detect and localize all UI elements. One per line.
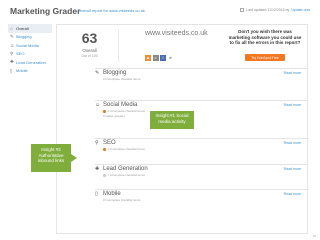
app-title: Marketing Grader bbox=[10, 6, 81, 16]
sidebar-item-overall[interactable]: ⌂ Overall bbox=[8, 24, 52, 33]
section-seo: ⚲ SEO Read more 4 incomplete checklist i… bbox=[95, 138, 307, 152]
cta-text: Don't you wish there was marketing softw… bbox=[228, 29, 302, 45]
sidebar-item-label: Overall bbox=[16, 25, 29, 31]
overall-label: Overall bbox=[82, 48, 97, 53]
app-header: Marketing Grader Overall report for www.… bbox=[8, 4, 312, 20]
section-title: Blogging bbox=[103, 70, 127, 76]
section-title: Lead Generation bbox=[103, 166, 148, 172]
sidebar-item-label: Social Media bbox=[16, 42, 39, 48]
status-dot-icon bbox=[103, 148, 106, 151]
section-detail: 0 incomplete checklist items bbox=[103, 198, 307, 203]
read-more-link[interactable]: Read more bbox=[284, 141, 301, 145]
share-icon[interactable]: ⊕ bbox=[167, 55, 174, 61]
section-detail: 0 incomplete checklist items bbox=[103, 77, 307, 82]
section-title: SEO bbox=[103, 140, 116, 146]
share-icons: ◉ ∞ f ⊕ bbox=[145, 55, 174, 61]
facebook-icon[interactable]: f bbox=[160, 55, 166, 61]
link-icon[interactable]: ∞ bbox=[152, 55, 159, 61]
update-now-link[interactable]: Update now bbox=[291, 8, 310, 12]
blog-icon: ✎ bbox=[95, 70, 100, 76]
section-title: Social Media bbox=[103, 102, 138, 108]
report-panel: 63 Overall Out of 100 www.visiteeds.co.u… bbox=[56, 24, 308, 234]
section-title: Mobile bbox=[103, 191, 121, 197]
section-detail: 7 incomplete checklist items bbox=[103, 173, 307, 178]
sidebar-item-label: Mobile bbox=[16, 68, 28, 74]
checklist-status: 0 incomplete checklist items bbox=[103, 198, 141, 202]
checkbox-icon[interactable] bbox=[240, 8, 245, 12]
social-icon: ☺ bbox=[95, 102, 101, 108]
rss-icon[interactable]: ◉ bbox=[145, 55, 151, 61]
checklist-status: 0 incomplete checklist items bbox=[103, 77, 141, 81]
status-dot-icon bbox=[103, 110, 106, 113]
mobile-icon: ▯ bbox=[95, 191, 98, 197]
sidebar-item-label: SEO bbox=[16, 51, 25, 57]
insight-one-callout: Insight #1 Social media activity bbox=[150, 111, 194, 129]
report-subtitle: Overall report for www.visiteeds.co.uk bbox=[78, 8, 145, 13]
sidebar-item-label: Lead Generation bbox=[16, 59, 46, 65]
read-more-link[interactable]: Read more bbox=[284, 192, 301, 196]
sidebar-item-social-media[interactable]: ☺ Social Media bbox=[8, 41, 52, 50]
overall-score: 63 bbox=[81, 30, 98, 46]
hubspot-cta: Don't you wish there was marketing softw… bbox=[227, 29, 303, 64]
read-more-link[interactable]: Read more bbox=[284, 167, 301, 171]
insight-two-callout: Insight #2 Authoritative inbound links bbox=[31, 144, 71, 172]
read-more-link[interactable]: Read more bbox=[284, 103, 301, 107]
out-of-label: Out of 100 bbox=[81, 54, 98, 58]
sidebar-item-mobile[interactable]: ▯ Mobile bbox=[8, 67, 52, 76]
overall-score-box: 63 Overall Out of 100 bbox=[61, 30, 119, 62]
section-blogging: ✎ Blogging Read more 0 incomplete checkl… bbox=[95, 68, 307, 82]
checklist-status: 4 incomplete checklist items bbox=[107, 147, 145, 151]
insight-one-text: Insight #1 Social media activity bbox=[155, 113, 189, 124]
section-mobile: ▯ Mobile Read more 0 incomplete checklis… bbox=[95, 189, 307, 203]
site-url: www.visiteeds.co.uk bbox=[145, 30, 208, 37]
checklist-status: 7 incomplete checklist items bbox=[107, 173, 145, 177]
section-subdetail: 6 twitter google+ bbox=[103, 114, 126, 118]
last-updated-text: Last updated 11/12/2016 by bbox=[246, 8, 290, 12]
sidebar-item-seo[interactable]: ⚲ SEO bbox=[8, 50, 52, 59]
sidebar-item-blogging[interactable]: ✎ Blogging bbox=[8, 33, 52, 42]
read-more-link[interactable]: Read more bbox=[284, 71, 301, 75]
sidebar-item-lead-generation[interactable]: ✚ Lead Generation bbox=[8, 58, 52, 67]
section-social-media: ☺ Social Media Read more 0 incomplete ch… bbox=[95, 100, 307, 118]
status-dot-icon bbox=[103, 174, 106, 177]
section-detail: 4 incomplete checklist items bbox=[103, 147, 307, 152]
insight-two-text: Insight #2 Authoritative inbound links bbox=[37, 147, 65, 163]
sidebar-item-label: Blogging bbox=[16, 34, 32, 40]
section-lead-generation: ✚ Lead Generation Read more 7 incomplete… bbox=[95, 164, 307, 178]
callout-arrow-icon bbox=[71, 154, 77, 162]
try-hubspot-button[interactable]: Try HubSpot Free bbox=[245, 54, 285, 61]
page-number: 18 bbox=[312, 234, 316, 238]
sidebar: ⌂ Overall ✎ Blogging ☺ Social Media ⚲ SE… bbox=[8, 24, 52, 224]
leadgen-icon: ✚ bbox=[95, 166, 100, 172]
update-status: Last updated 11/12/2016 by Update now bbox=[240, 8, 310, 12]
seo-icon: ⚲ bbox=[95, 140, 99, 146]
